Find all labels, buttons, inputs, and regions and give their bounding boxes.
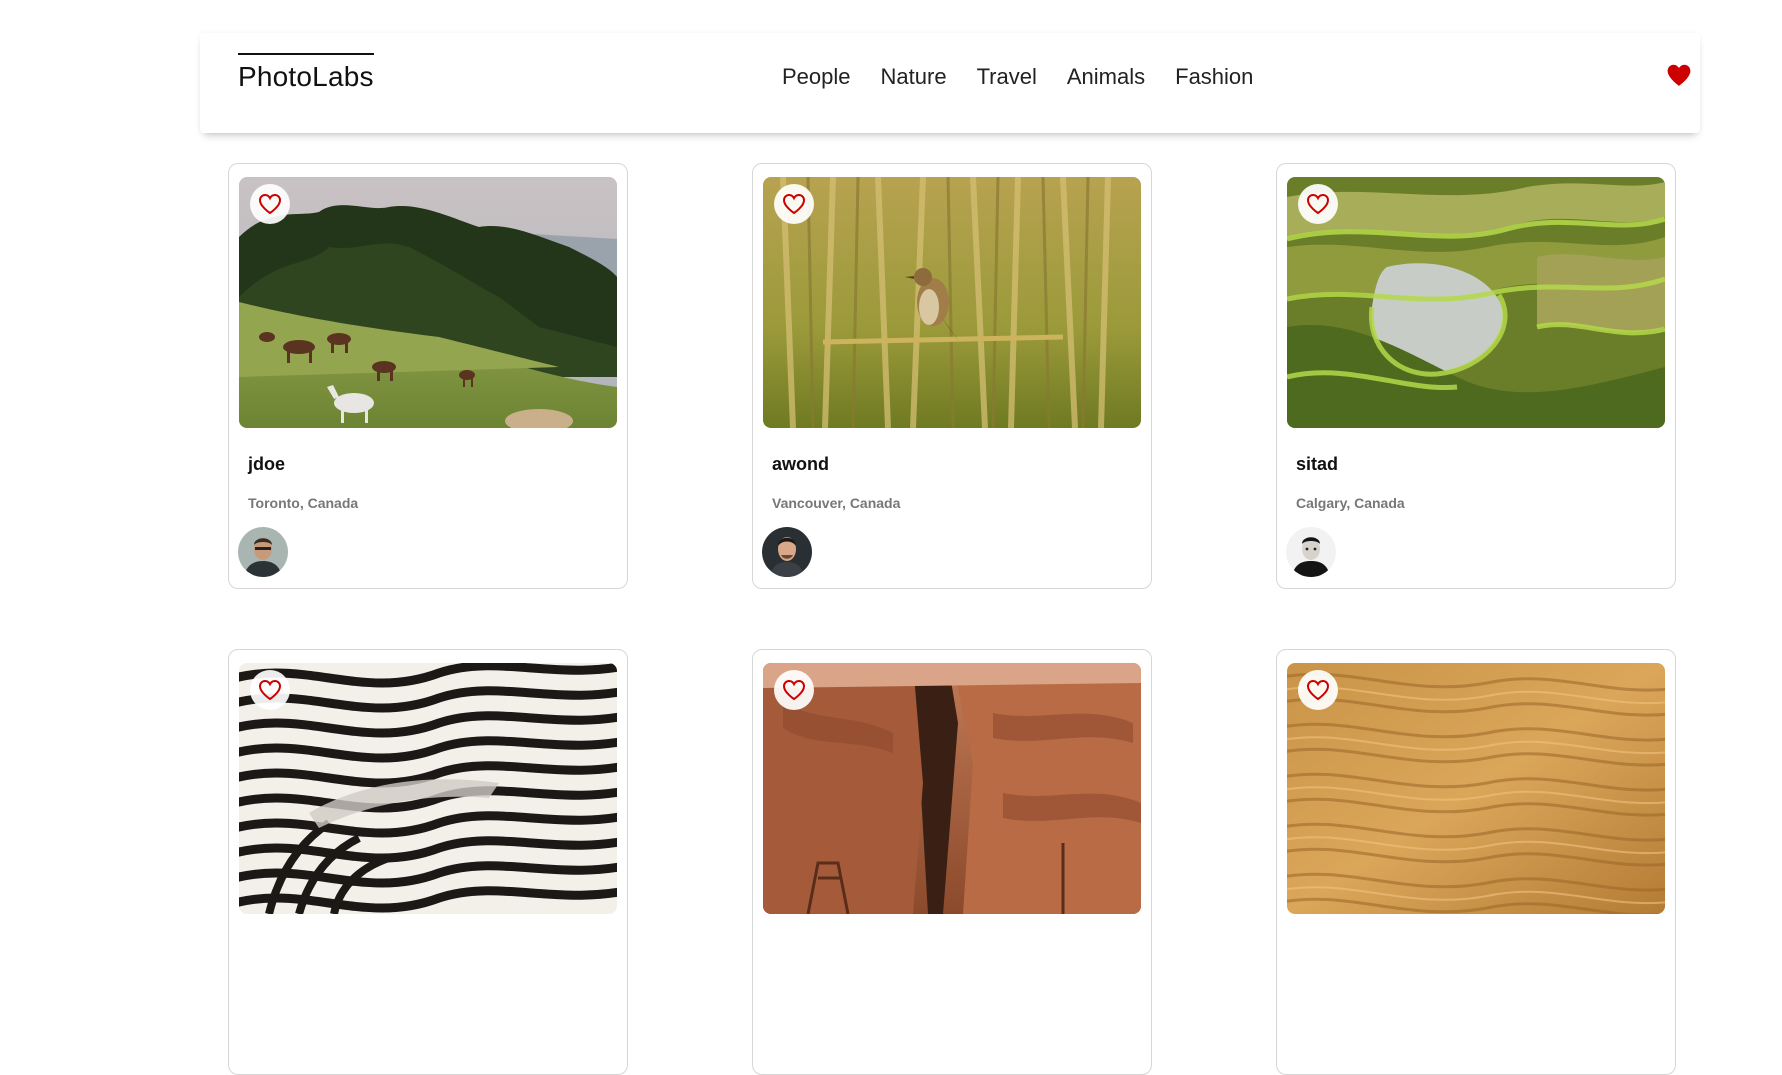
photographer-username: awond bbox=[772, 454, 829, 474]
photographer-location: Calgary, Canada bbox=[1296, 495, 1405, 511]
like-button[interactable] bbox=[1298, 184, 1338, 224]
like-button[interactable] bbox=[250, 670, 290, 710]
avatar-image bbox=[1286, 527, 1336, 577]
heart-outline-icon bbox=[1306, 193, 1330, 215]
like-button[interactable] bbox=[250, 184, 290, 224]
avatar-image bbox=[762, 527, 812, 577]
heart-outline-icon bbox=[258, 193, 282, 215]
topic-list: People Nature Travel Animals Fashion bbox=[782, 66, 1253, 88]
photo-list: jdoe Toronto, Canada awond Vancouver, Ca… bbox=[228, 163, 1678, 1075]
like-button[interactable] bbox=[1298, 670, 1338, 710]
photo-list-item[interactable]: sitad Calgary, Canada bbox=[1276, 163, 1676, 589]
photo-list-item[interactable] bbox=[752, 649, 1152, 1075]
favourites-badge[interactable] bbox=[1666, 63, 1692, 89]
photo-image[interactable] bbox=[763, 663, 1141, 914]
rice-terraces-image bbox=[1287, 177, 1665, 428]
photographer-username: jdoe bbox=[248, 454, 286, 474]
topic-nature[interactable]: Nature bbox=[881, 66, 947, 88]
photo-image[interactable] bbox=[1287, 177, 1665, 428]
photo-image[interactable] bbox=[1287, 663, 1665, 914]
canyon-image bbox=[763, 663, 1141, 914]
photo-list-item[interactable] bbox=[1276, 649, 1676, 1075]
photographer-username: sitad bbox=[1296, 454, 1339, 474]
photo-image[interactable] bbox=[763, 177, 1141, 428]
photo-image[interactable] bbox=[239, 663, 617, 914]
topic-people[interactable]: People bbox=[782, 66, 851, 88]
logo[interactable]: PhotoLabs bbox=[238, 53, 374, 91]
horses-meadow-image bbox=[239, 177, 617, 428]
bird-reeds-image bbox=[763, 177, 1141, 428]
photo-list-item[interactable]: awond Vancouver, Canada bbox=[752, 163, 1152, 589]
sand-dunes-image bbox=[1287, 663, 1665, 914]
like-button[interactable] bbox=[774, 184, 814, 224]
avatar-image bbox=[238, 527, 288, 577]
photo-list-item[interactable] bbox=[228, 649, 628, 1075]
avatar bbox=[238, 527, 288, 577]
heart-outline-icon bbox=[782, 679, 806, 701]
avatar bbox=[762, 527, 812, 577]
like-button[interactable] bbox=[774, 670, 814, 710]
photo-list-item[interactable]: jdoe Toronto, Canada bbox=[228, 163, 628, 589]
heart-outline-icon bbox=[782, 193, 806, 215]
avatar bbox=[1286, 527, 1336, 577]
photo-image[interactable] bbox=[239, 177, 617, 428]
heart-outline-icon bbox=[258, 679, 282, 701]
photographer-location: Vancouver, Canada bbox=[772, 495, 901, 511]
topic-travel[interactable]: Travel bbox=[977, 66, 1037, 88]
zebra-stripes-image bbox=[239, 663, 617, 914]
topic-fashion[interactable]: Fashion bbox=[1175, 66, 1253, 88]
photographer-location: Toronto, Canada bbox=[248, 495, 359, 511]
heart-filled-icon bbox=[1667, 64, 1691, 86]
top-navigation-bar: PhotoLabs People Nature Travel Animals F… bbox=[200, 33, 1700, 133]
heart-outline-icon bbox=[1306, 679, 1330, 701]
topic-animals[interactable]: Animals bbox=[1067, 66, 1145, 88]
